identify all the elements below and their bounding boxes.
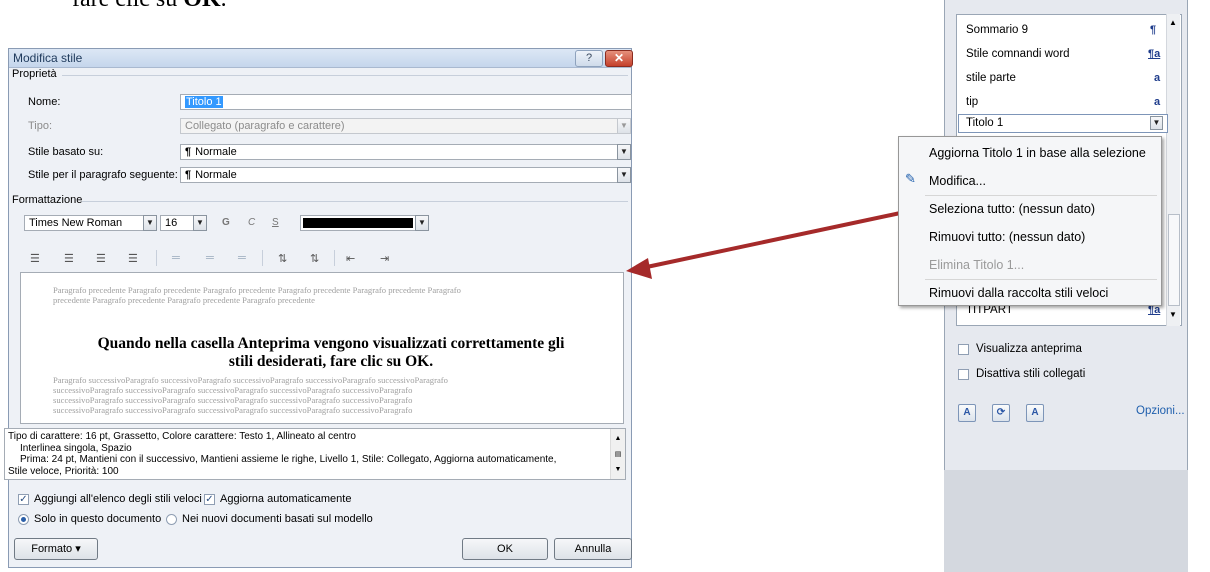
new-style-icon[interactable]: A <box>958 404 976 422</box>
style-item-label[interactable]: Sommario 9 <box>966 24 1028 36</box>
manage-styles-icon[interactable]: A <box>1026 404 1044 422</box>
style-item-label[interactable]: stile parte <box>966 72 1016 84</box>
scroll-thumb[interactable] <box>1168 214 1180 306</box>
linked-style-icon: ¶a <box>1148 48 1161 60</box>
arrow-shaft <box>641 210 906 270</box>
menu-delete[interactable]: Elimina Titolo 1... <box>929 258 1024 272</box>
options-link[interactable]: Opzioni... <box>1136 405 1185 417</box>
menu-remove-all[interactable]: Rimuovi tutto: (nessun dato) <box>929 230 1085 244</box>
menu-divider <box>925 279 1157 280</box>
scroll-up-icon[interactable]: ▲ <box>1169 18 1177 27</box>
show-preview-label: Visualizza anteprima <box>976 343 1082 355</box>
show-preview-checkbox[interactable] <box>958 344 969 355</box>
scroll-down-icon[interactable]: ▼ <box>1169 310 1177 319</box>
style-inspector-icon[interactable]: ⟳ <box>992 404 1010 422</box>
selected-style-label[interactable]: Titolo 1 <box>966 117 1003 129</box>
style-item-label[interactable]: tip <box>966 96 978 108</box>
styles-list-scrollbar[interactable]: ▲ ▼ <box>1166 14 1180 326</box>
arrow-head <box>626 258 652 279</box>
menu-update-to-match[interactable]: Aggiorna Titolo 1 in base alla selezione <box>929 146 1146 160</box>
menu-modify[interactable]: Modifica... <box>929 174 986 188</box>
disable-linked-label: Disattiva stili collegati <box>976 368 1086 380</box>
modify-style-icon: ✎ <box>905 171 916 186</box>
style-context-menu: Aggiorna Titolo 1 in base alla selezione… <box>898 136 1162 306</box>
character-style-icon: a <box>1154 72 1161 84</box>
styles-pane-footer <box>944 470 1188 572</box>
menu-select-all[interactable]: Seleziona tutto: (nessun dato) <box>929 202 1095 216</box>
character-style-icon: a <box>1154 96 1161 108</box>
disable-linked-checkbox[interactable] <box>958 369 969 380</box>
menu-remove-from-gallery[interactable]: Rimuovi dalla raccolta stili veloci <box>929 286 1108 300</box>
style-item-label[interactable]: Stile comnandi word <box>966 48 1070 60</box>
paragraph-style-icon: ¶ <box>1150 24 1157 36</box>
menu-divider <box>925 195 1157 196</box>
selected-style-dropdown-icon[interactable]: ▼ <box>1150 116 1163 130</box>
